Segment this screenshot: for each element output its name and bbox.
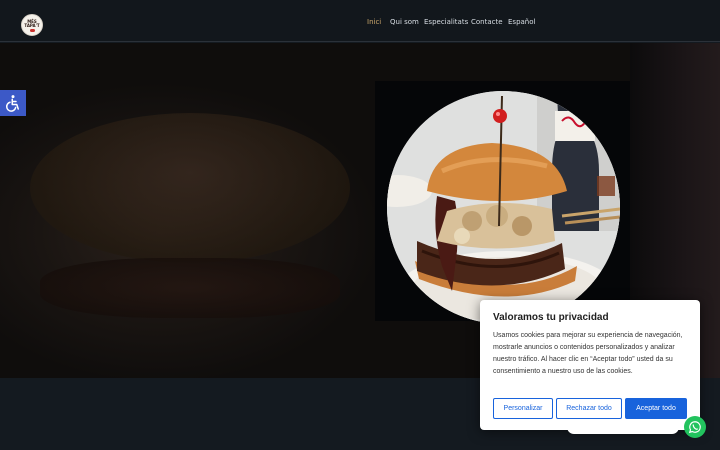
main-nav: Inici Qui som Especialitats Contacte Esp… [0,18,720,30]
hero-background-shade [40,258,340,318]
burger-image [387,91,620,324]
nav-item-language[interactable]: Español [508,18,535,26]
nav-item-qui-som[interactable]: Qui som [390,18,419,26]
wheelchair-icon [6,95,19,112]
cookie-description: Usamos cookies para mejorar su experienc… [493,332,683,375]
nav-item-especialitats[interactable]: Especialitats [424,18,468,26]
accessibility-button[interactable] [0,90,26,116]
nav-item-inici[interactable]: Inici [367,18,381,26]
chat-bubble[interactable] [567,420,679,434]
whatsapp-icon [688,421,701,434]
whatsapp-button[interactable] [684,416,706,438]
cookie-title: Valoramos tu privacidad [493,312,609,323]
nav-item-contacte[interactable]: Contacte [471,18,503,26]
site-header: MÉS TAPA'T Inici Qui som Especialitats C… [0,0,720,42]
hero-background-image [30,113,350,263]
customize-button[interactable]: Personalizar [493,398,553,419]
cookie-consent-dialog: Valoramos tu privacidad Usamos cookies p… [480,300,700,430]
accept-all-button[interactable]: Aceptar todo [625,398,687,419]
reject-all-button[interactable]: Rechazar todo [556,398,622,419]
